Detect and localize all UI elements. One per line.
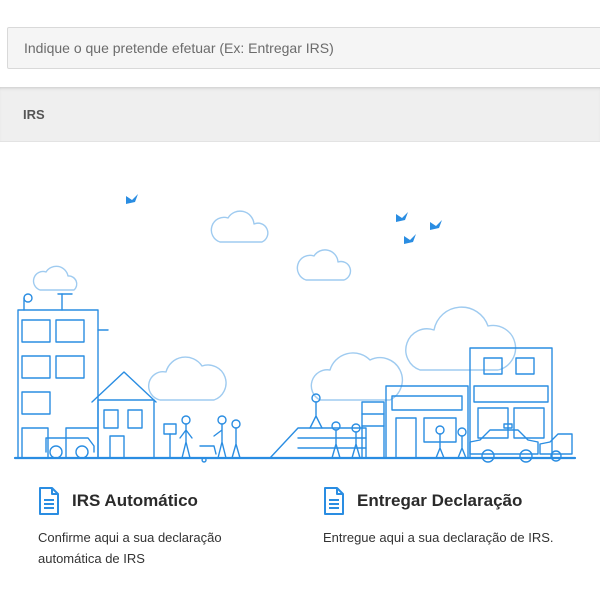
car [469,423,573,463]
document-icon [39,487,59,515]
house [45,371,157,459]
bird-icon [126,194,442,244]
brick-wall [269,393,385,459]
cloud-icon [32,210,517,401]
irs-automatico-card[interactable]: IRS Automático Confirme aqui a sua decla… [38,487,298,569]
card-title-irs-automatico[interactable]: IRS Automático [72,491,198,511]
section-title: IRS [23,107,45,122]
card-title-entregar-declaracao[interactable]: Entregar Declaração [357,491,522,511]
card-description-entregar-declaracao: Entregue aqui a sua declaração de IRS. [323,530,554,545]
document-icon [324,487,344,515]
section-header: IRS [0,87,600,142]
people-group [163,415,241,463]
city-illustration [13,194,577,463]
card-description-irs-automatico: Confirme aqui a sua declaração automátic… [38,530,222,566]
apartment-building [17,293,109,459]
entregar-declaracao-card[interactable]: Entregar Declaração Entregue aqui a sua … [323,487,583,548]
search-input[interactable] [22,39,592,57]
search-bar[interactable] [7,27,600,69]
